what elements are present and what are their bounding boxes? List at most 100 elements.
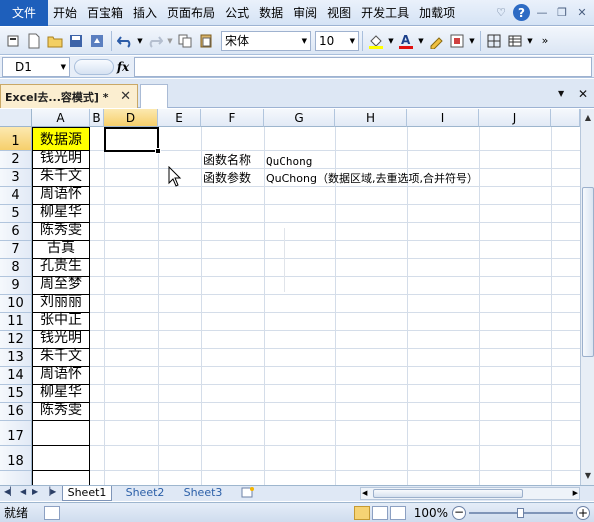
row-header-17[interactable]: 17 (0, 421, 32, 446)
font-color-icon[interactable]: A (396, 31, 416, 51)
row-header-11[interactable]: 11 (0, 313, 32, 331)
zoom-slider[interactable] (469, 507, 573, 518)
row-header-8[interactable]: 8 (0, 259, 32, 277)
row-header-5[interactable]: 5 (0, 205, 32, 223)
tab-list-dropdown-icon[interactable]: ▼ (558, 89, 564, 98)
cell-a18[interactable] (32, 446, 90, 471)
sheet-tab-3[interactable]: Sheet3 (178, 486, 228, 501)
menu-addins[interactable]: 加载项 (414, 0, 460, 26)
column-header-a[interactable]: A (32, 109, 90, 127)
restore-icon[interactable]: ❐ (554, 5, 570, 21)
clear-format-icon[interactable] (426, 31, 446, 51)
menu-home[interactable]: 开始 (48, 0, 82, 26)
chevron-down-icon[interactable]: ▼ (61, 63, 66, 71)
menu-page-layout[interactable]: 页面布局 (162, 0, 220, 26)
borders-icon[interactable] (484, 31, 504, 51)
open-folder-icon[interactable] (45, 31, 65, 51)
insert-sheet-icon[interactable] (238, 486, 258, 501)
toolbar-overflow-icon[interactable]: » (535, 31, 555, 51)
redo-dropdown-icon[interactable]: ▼ (166, 31, 174, 51)
vertical-scroll-thumb[interactable] (582, 187, 594, 357)
page-layout-view-icon[interactable] (371, 505, 388, 520)
zoom-slider-knob[interactable] (517, 507, 524, 518)
row-header-1[interactable]: 1 (0, 127, 32, 151)
select-all-corner[interactable] (0, 109, 32, 127)
help-icon[interactable]: ? (513, 4, 530, 21)
cell-f2[interactable]: 函数名称 (203, 151, 251, 169)
first-sheet-icon[interactable]: ◀▏ (4, 487, 16, 496)
menu-file[interactable]: 文件 (0, 0, 48, 26)
column-header-g[interactable]: G (264, 109, 335, 127)
vertical-scrollbar[interactable]: ▲ ▼ (580, 109, 594, 485)
menu-data[interactable]: 数据 (254, 0, 288, 26)
new-tab-button[interactable] (140, 84, 168, 108)
format-painter-icon[interactable] (3, 31, 23, 51)
column-header-d[interactable]: D (104, 109, 158, 127)
menu-view[interactable]: 视图 (322, 0, 356, 26)
fill-color-dropdown-icon[interactable]: ▼ (387, 31, 395, 51)
ribbon-collapse-icon[interactable]: ♡ (493, 5, 509, 21)
undo-icon[interactable] (115, 31, 135, 51)
column-header-f[interactable]: F (201, 109, 264, 127)
row-header-4[interactable]: 4 (0, 187, 32, 205)
formula-collapse-icon[interactable] (74, 59, 114, 75)
row-header-9[interactable]: 9 (0, 277, 32, 295)
font-size-select[interactable]: 10 ▼ (315, 30, 359, 51)
column-header-h[interactable]: H (335, 109, 407, 127)
row-header-18[interactable]: 18 (0, 446, 32, 471)
menu-toolbox[interactable]: 百宝箱 (82, 0, 128, 26)
row-header-15[interactable]: 15 (0, 385, 32, 403)
sheet-tab-2[interactable]: Sheet2 (120, 486, 170, 501)
font-color-dropdown-icon[interactable]: ▼ (417, 31, 425, 51)
row-header-13[interactable]: 13 (0, 349, 32, 367)
cell-a16[interactable]: 陈秀雯 (32, 402, 90, 421)
formula-input[interactable] (134, 56, 592, 77)
normal-view-icon[interactable] (353, 505, 370, 520)
close-tab-icon[interactable]: ✕ (120, 89, 131, 104)
prev-sheet-icon[interactable]: ◀ (20, 487, 26, 496)
sheet-tab-1[interactable]: Sheet1 (62, 486, 112, 501)
table-format-dropdown-icon[interactable]: ▼ (526, 31, 534, 51)
paste-icon[interactable] (196, 31, 216, 51)
menu-insert[interactable]: 插入 (128, 0, 162, 26)
row-header-3[interactable]: 3 (0, 169, 32, 187)
last-sheet-icon[interactable]: ▕▶ (44, 487, 56, 496)
scroll-up-icon[interactable]: ▲ (582, 111, 594, 125)
scroll-right-icon[interactable]: ▶ (573, 488, 578, 499)
cell-g3[interactable]: QuChong（数据区域,去重选项,合并符号） (266, 169, 478, 187)
border-style-dropdown-icon[interactable]: ▼ (468, 31, 476, 51)
new-file-icon[interactable] (24, 31, 44, 51)
row-header-6[interactable]: 6 (0, 223, 32, 241)
menu-review[interactable]: 审阅 (288, 0, 322, 26)
close-workbook-icon[interactable]: ✕ (578, 87, 588, 101)
zoom-level[interactable]: 100% (414, 506, 448, 520)
close-icon[interactable]: ✕ (574, 5, 590, 21)
redo-icon[interactable] (145, 31, 165, 51)
row-header-7[interactable]: 7 (0, 241, 32, 259)
macro-record-icon[interactable] (44, 505, 60, 520)
row-header-12[interactable]: 12 (0, 331, 32, 349)
column-header-e[interactable]: E (158, 109, 201, 127)
zoom-out-icon[interactable]: − (452, 505, 466, 520)
save-as-icon[interactable] (87, 31, 107, 51)
minimize-icon[interactable]: — (534, 5, 550, 21)
table-format-icon[interactable] (505, 31, 525, 51)
next-sheet-icon[interactable]: ▶ (32, 487, 38, 496)
save-icon[interactable] (66, 31, 86, 51)
copy-icon[interactable] (175, 31, 195, 51)
row-header-14[interactable]: 14 (0, 367, 32, 385)
cell-f3[interactable]: 函数参数 (203, 169, 251, 187)
menu-formulas[interactable]: 公式 (220, 0, 254, 26)
page-break-view-icon[interactable] (389, 505, 406, 520)
row-header-19[interactable] (0, 471, 32, 485)
undo-dropdown-icon[interactable]: ▼ (136, 31, 144, 51)
cell-g2[interactable]: QuChong (266, 151, 312, 169)
document-tab[interactable]: Excel去...容模式] * ✕ (0, 84, 138, 108)
horizontal-scroll-thumb[interactable] (373, 489, 523, 498)
row-header-2[interactable]: 2 (0, 151, 32, 169)
menu-developer[interactable]: 开发工具 (356, 0, 414, 26)
insert-function-icon[interactable]: fx (112, 60, 134, 74)
column-header-next[interactable] (551, 109, 580, 127)
selected-cell-d1[interactable] (104, 127, 159, 152)
column-header-j[interactable]: J (479, 109, 551, 127)
